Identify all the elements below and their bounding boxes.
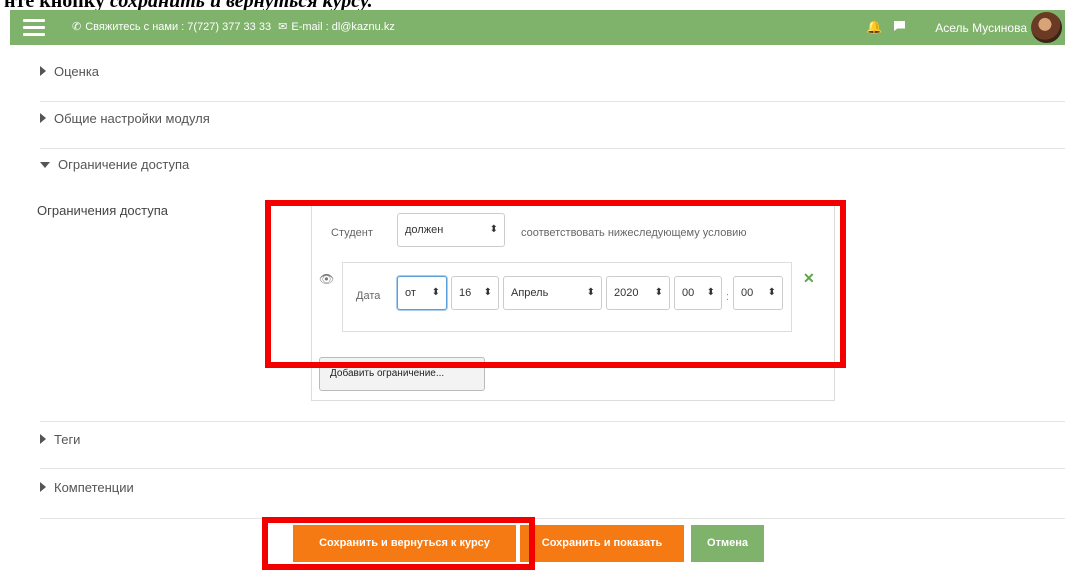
highlight-box-restrictions bbox=[265, 200, 846, 368]
expand-icon bbox=[40, 66, 46, 76]
restrictions-label: Ограничения доступа bbox=[37, 203, 169, 218]
cancel-button[interactable]: Отмена bbox=[691, 525, 764, 562]
contact-email[interactable]: E-mail : dl@kaznu.kz bbox=[291, 21, 394, 33]
notification-icon[interactable]: 🔔 bbox=[866, 20, 882, 34]
divider bbox=[40, 101, 1065, 102]
section-tags-label: Теги bbox=[54, 432, 81, 447]
avatar[interactable] bbox=[1031, 12, 1062, 43]
expand-icon bbox=[40, 113, 46, 123]
section-competencies-label: Компетенции bbox=[54, 480, 134, 495]
section-grading[interactable]: Оценка bbox=[40, 64, 99, 79]
divider bbox=[40, 421, 1065, 422]
caption-text: нте кнопку bbox=[4, 0, 110, 10]
divider bbox=[40, 148, 1065, 149]
section-competencies[interactable]: Компетенции bbox=[40, 480, 134, 495]
menu-icon[interactable] bbox=[23, 19, 45, 36]
phone-icon: ✆ bbox=[72, 21, 82, 33]
expand-icon bbox=[40, 434, 46, 444]
section-common-settings-label: Общие настройки модуля bbox=[54, 111, 210, 126]
highlight-box-save bbox=[262, 517, 535, 570]
divider bbox=[40, 468, 1065, 469]
section-restrict-access-label: Ограничение доступа bbox=[58, 157, 190, 172]
caption-italic-text: сохранить и вернуться курсу. bbox=[110, 0, 373, 10]
collapse-icon bbox=[40, 162, 50, 168]
instruction-caption: нте кнопку сохранить и вернуться курсу. bbox=[0, 0, 1065, 10]
section-grading-label: Оценка bbox=[54, 64, 100, 79]
expand-icon bbox=[40, 482, 46, 492]
divider bbox=[40, 518, 1065, 519]
envelope-icon: ✉ bbox=[278, 21, 288, 33]
contact-info: ✆ Свяжитесь с нами : 7(727) 377 33 33 ✉ E-… bbox=[72, 20, 395, 33]
message-icon[interactable] bbox=[894, 21, 905, 31]
section-common-settings[interactable]: Общие настройки модуля bbox=[40, 111, 210, 126]
user-name[interactable]: Асель Мусинова bbox=[935, 21, 1027, 35]
section-tags[interactable]: Теги bbox=[40, 432, 80, 447]
contact-phone: Свяжитесь с нами : 7(727) 377 33 33 bbox=[85, 21, 272, 33]
save-display-button[interactable]: Сохранить и показать bbox=[520, 525, 684, 562]
top-navbar: ✆ Свяжитесь с нами : 7(727) 377 33 33 ✉ E-… bbox=[10, 10, 1065, 45]
section-restrict-access[interactable]: Ограничение доступа bbox=[40, 157, 189, 172]
